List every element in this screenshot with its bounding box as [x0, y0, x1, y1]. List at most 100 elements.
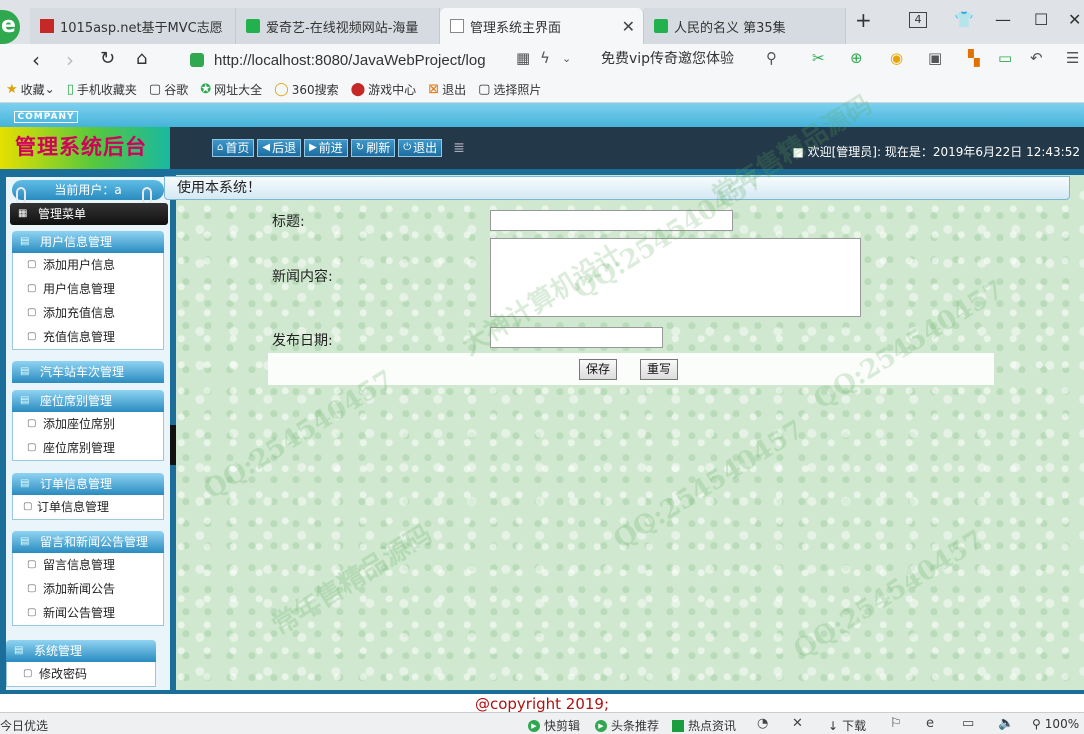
minimize-icon[interactable]: — [995, 10, 1011, 29]
scissors-icon[interactable]: ✂ [812, 49, 825, 67]
speed-icon[interactable]: ◔ [757, 716, 768, 731]
play-icon: ▶ [528, 719, 540, 732]
status-item-label: 热点资讯 [688, 719, 737, 733]
toolbar-back-button[interactable]: ◀ 后退 [257, 139, 302, 157]
qr-code-icon[interactable]: ▦ [516, 49, 530, 67]
bookmark-item[interactable]: ⊠ 退出 [428, 81, 466, 98]
sidebar-item-add-recharge[interactable]: ▢ 添加充值信息 [13, 301, 163, 325]
content-textarea[interactable] [490, 238, 861, 317]
home-icon[interactable]: ⌂ [136, 48, 147, 69]
tools-icon[interactable]: ✕ [792, 716, 803, 731]
menu-icon[interactable]: ☰ [1066, 49, 1079, 67]
bookmark-label: 游戏中心 [368, 82, 417, 97]
browser-tab-1[interactable]: 1015asp.net基于MVC志愿 [30, 8, 236, 44]
document-icon: ▢ [27, 259, 37, 270]
toolbar-logout-button[interactable]: ⏻ 退出 [398, 139, 443, 157]
status-item-quick-edit[interactable]: ▶ 快剪辑 [528, 717, 580, 734]
toolbar-forward-button[interactable]: ▶ 前进 [304, 139, 348, 157]
undo-icon[interactable]: ↶ [1030, 49, 1043, 67]
screen-icon[interactable]: ▭ [962, 716, 974, 731]
news-icon [672, 719, 684, 732]
forward-arrow-icon[interactable]: › [66, 48, 74, 72]
sidebar-group-body: ▢ 添加座位席别 ▢ 座位席别管理 [12, 412, 164, 461]
arrow-left-icon: ◀ [262, 142, 271, 153]
maximize-icon[interactable]: ☐ [1034, 10, 1048, 29]
sidebar-group-header[interactable]: ▤ 留言和新闻公告管理 [12, 531, 164, 553]
sidebar-item-recharge-manage[interactable]: ▢ 充值信息管理 [13, 325, 163, 349]
toolbar-refresh-button[interactable]: ↻ 刷新 [350, 139, 396, 157]
back-arrow-icon[interactable]: ‹ [32, 48, 40, 72]
browser-tab-bar: e 1015asp.net基于MVC志愿 爱奇艺-在线视频网站-海量 管理系统主… [0, 0, 1084, 44]
tab-count-badge[interactable]: 4 [909, 12, 927, 28]
sidebar-item-label: 座位席别管理 [43, 441, 116, 455]
sidebar-item-label: 修改密码 [39, 667, 88, 681]
bookmark-item[interactable]: ⬤ 游戏中心 [351, 81, 417, 98]
bookmark-item[interactable]: ★ 收藏 ⌄ [6, 81, 55, 98]
sidebar-item-label: 添加用户信息 [43, 258, 116, 272]
sidebar-item-seat-manage[interactable]: ▢ 座位席别管理 [13, 436, 163, 460]
image-icon[interactable]: ▣ [928, 49, 942, 67]
document-icon: ▢ [27, 442, 37, 453]
status-item-hot-news[interactable]: 热点资讯 [672, 717, 736, 734]
lightning-icon[interactable]: ϟ [540, 49, 550, 67]
company-badge: COMPANY [14, 111, 78, 123]
ie-icon[interactable]: e [926, 716, 934, 731]
status-item-headline[interactable]: ▶ 头条推荐 [595, 717, 659, 734]
battery-icon[interactable]: ▭ [998, 49, 1012, 67]
bookmark-item[interactable]: ◯ 360搜索 [274, 81, 338, 98]
translate-icon[interactable]: ⊕ [850, 49, 863, 67]
coin-icon[interactable]: ◉ [890, 49, 903, 67]
document-icon: ▢ [27, 418, 37, 429]
reload-icon[interactable]: ↻ [100, 48, 115, 69]
save-button[interactable]: 保存 [579, 359, 618, 380]
apps-grid-icon[interactable]: ▚ [968, 49, 980, 67]
sidebar-group-header[interactable]: ▤ 座位席别管理 [12, 390, 164, 412]
sidebar-item-add-user[interactable]: ▢ 添加用户信息 [13, 253, 163, 277]
list-grid-icon[interactable]: ≣ [453, 139, 465, 157]
status-left-text[interactable]: 今日优选 [0, 717, 48, 734]
sidebar-item-user-manage[interactable]: ▢ 用户信息管理 [13, 277, 163, 301]
bookmark-item[interactable]: ✪ 网址大全 [200, 81, 262, 98]
phone-icon: ▯ [66, 81, 74, 97]
sidebar: 当前用户：a ▦ 管理菜单 ▤ 用户信息管理 ▢ 添加用户信息 ▢ 用户信息管理 ▢ 添… [6, 177, 170, 690]
browser-tab-4[interactable]: 人民的名义 第35集 [644, 8, 846, 44]
close-tab-icon[interactable]: ✕ [622, 17, 635, 36]
title-input[interactable] [490, 210, 733, 231]
bookmark-item[interactable]: ▢ 谷歌 [149, 81, 188, 98]
chevron-down-icon[interactable]: ⌄ [562, 52, 571, 65]
promo-text[interactable]: 免费vip传奇邀您体验 [601, 48, 734, 68]
browser-tab-3-active[interactable]: 管理系统主界面 ✕ [440, 8, 644, 44]
bookmark-item[interactable]: ▢ 选择照片 [478, 81, 541, 98]
sidebar-group-header[interactable]: ▤ 用户信息管理 [12, 231, 164, 253]
grid-icon: ▦ [18, 208, 28, 219]
browser-tab-2[interactable]: 爱奇艺-在线视频网站-海量 [236, 8, 440, 44]
url-text: http://localhost:8080/JavaWebProject/log [214, 51, 486, 69]
toolbar-home-button[interactable]: ⌂ 首页 [212, 139, 255, 157]
sidebar-item-order-manage[interactable]: ▢ 订单信息管理 [13, 495, 163, 519]
reset-button[interactable]: 重写 [640, 359, 679, 380]
shirt-skin-icon[interactable]: 👕 [954, 10, 974, 29]
date-input[interactable] [490, 327, 663, 348]
document-icon: ▢ [27, 583, 37, 594]
sidebar-item-news-manage[interactable]: ▢ 新闻公告管理 [13, 601, 163, 625]
close-window-icon[interactable]: ✕ [1068, 10, 1081, 29]
status-item-download[interactable]: ↓ 下载 [828, 717, 866, 734]
sidebar-item-add-news[interactable]: ▢ 添加新闻公告 [13, 577, 163, 601]
sidebar-item-change-password[interactable]: ▢ 修改密码 [7, 662, 155, 686]
browser-logo-icon[interactable]: e [0, 10, 20, 44]
group-title: 系统管理 [34, 644, 83, 658]
sidebar-group-header[interactable]: ▤ 系统管理 [6, 640, 156, 662]
sidebar-item-add-seat[interactable]: ▢ 添加座位席别 [13, 412, 163, 436]
search-icon[interactable]: ⚲ [766, 49, 777, 67]
flag-icon[interactable]: ⚐ [890, 716, 902, 731]
sidebar-item-message-manage[interactable]: ▢ 留言信息管理 [13, 553, 163, 577]
speaker-icon[interactable]: 🔈 [998, 716, 1014, 731]
toolbar-label: 刷新 [366, 141, 391, 155]
sidebar-group-header[interactable]: ▤ 订单信息管理 [12, 473, 164, 495]
sidebar-group-header[interactable]: ▤ 汽车站车次管理 [12, 361, 164, 383]
zoom-control[interactable]: ⚲ 100% [1032, 717, 1079, 731]
new-tab-plus-icon[interactable]: + [855, 8, 872, 32]
bookmark-item[interactable]: ▯ 手机收藏夹 [67, 81, 137, 98]
page-icon: ▢ [148, 81, 162, 97]
document-icon: ▢ [23, 501, 33, 512]
